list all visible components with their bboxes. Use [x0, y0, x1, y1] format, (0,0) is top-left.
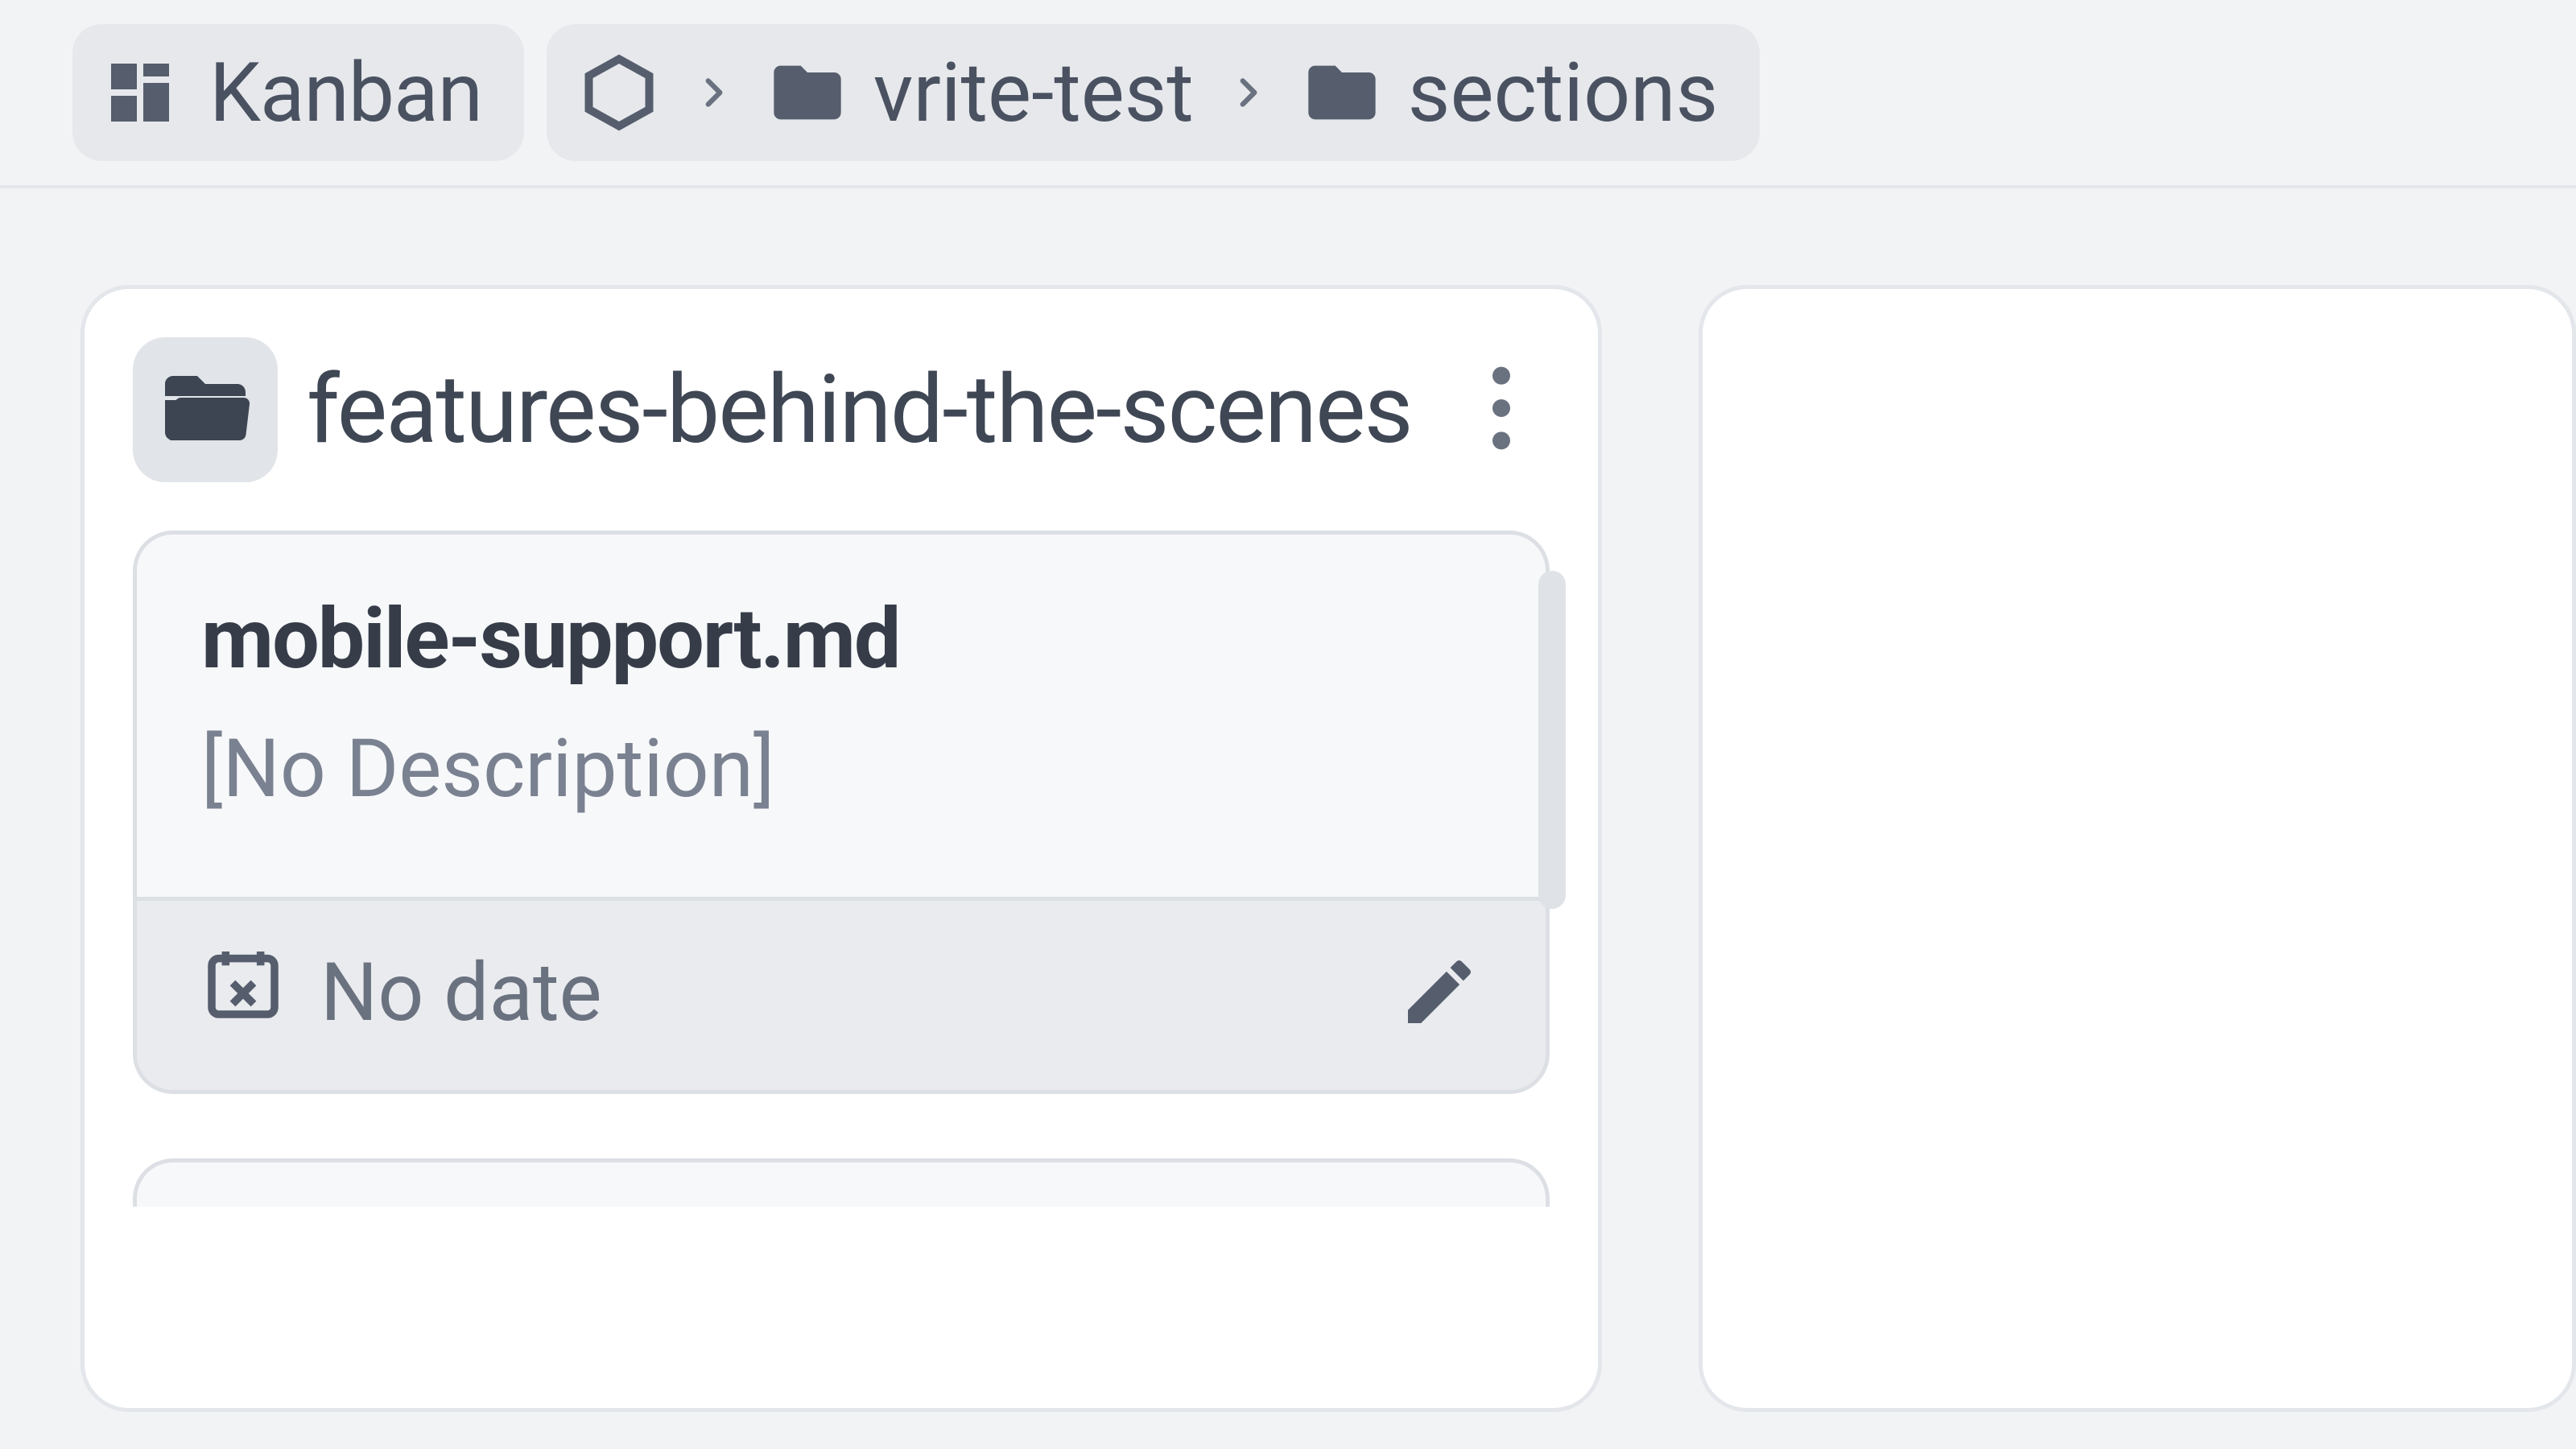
folder-icon: [1302, 52, 1382, 133]
chevron-right-icon: [1220, 64, 1276, 121]
calendar-x-icon: [201, 941, 285, 1045]
hexagon-icon: [579, 52, 659, 133]
scrollbar-thumb[interactable]: [1538, 571, 1566, 909]
card-body: mobile-support.md [No Description]: [137, 535, 1546, 901]
kanban-board: features-behind-the-scenes mobile-suppor…: [0, 188, 2576, 1412]
breadcrumb-label: vrite-test: [873, 44, 1194, 141]
breadcrumb: vrite-test sections: [547, 24, 1760, 161]
column-title[interactable]: features-behind-the-scenes: [307, 354, 1440, 465]
column-menu-button[interactable]: [1469, 353, 1534, 466]
view-label: Kanban: [209, 44, 482, 141]
dots-vertical-icon: [1492, 364, 1511, 456]
column-header: features-behind-the-scenes: [133, 337, 1550, 482]
kanban-card[interactable]: [133, 1158, 1550, 1207]
folder-icon: [767, 52, 848, 133]
kanban-card[interactable]: mobile-support.md [No Description] N: [133, 530, 1550, 1094]
breadcrumb-item-sections[interactable]: sections: [1302, 44, 1718, 141]
card-date[interactable]: No date: [201, 941, 602, 1045]
pencil-icon: [1397, 1022, 1481, 1037]
kanban-column: [1699, 285, 2576, 1412]
kanban-icon: [101, 54, 179, 131]
card-date-text: No date: [320, 946, 602, 1040]
breadcrumb-root[interactable]: [579, 52, 659, 133]
column-folder-button[interactable]: [133, 337, 278, 482]
view-switcher[interactable]: Kanban: [72, 24, 524, 161]
breadcrumb-item-vrite-test[interactable]: vrite-test: [767, 44, 1194, 141]
card-title: mobile-support.md: [201, 591, 1481, 688]
card-description: [No Description]: [201, 722, 1481, 816]
column-scrollbar[interactable]: [1538, 571, 1566, 1134]
card-footer: No date: [137, 901, 1546, 1090]
chevron-right-icon: [685, 64, 741, 121]
card-edit-button[interactable]: [1397, 950, 1481, 1037]
top-toolbar: Kanban vrite-test: [0, 0, 2576, 188]
folder-open-icon: [157, 360, 254, 460]
breadcrumb-label: sections: [1408, 44, 1718, 141]
kanban-column: features-behind-the-scenes mobile-suppor…: [80, 285, 1602, 1412]
